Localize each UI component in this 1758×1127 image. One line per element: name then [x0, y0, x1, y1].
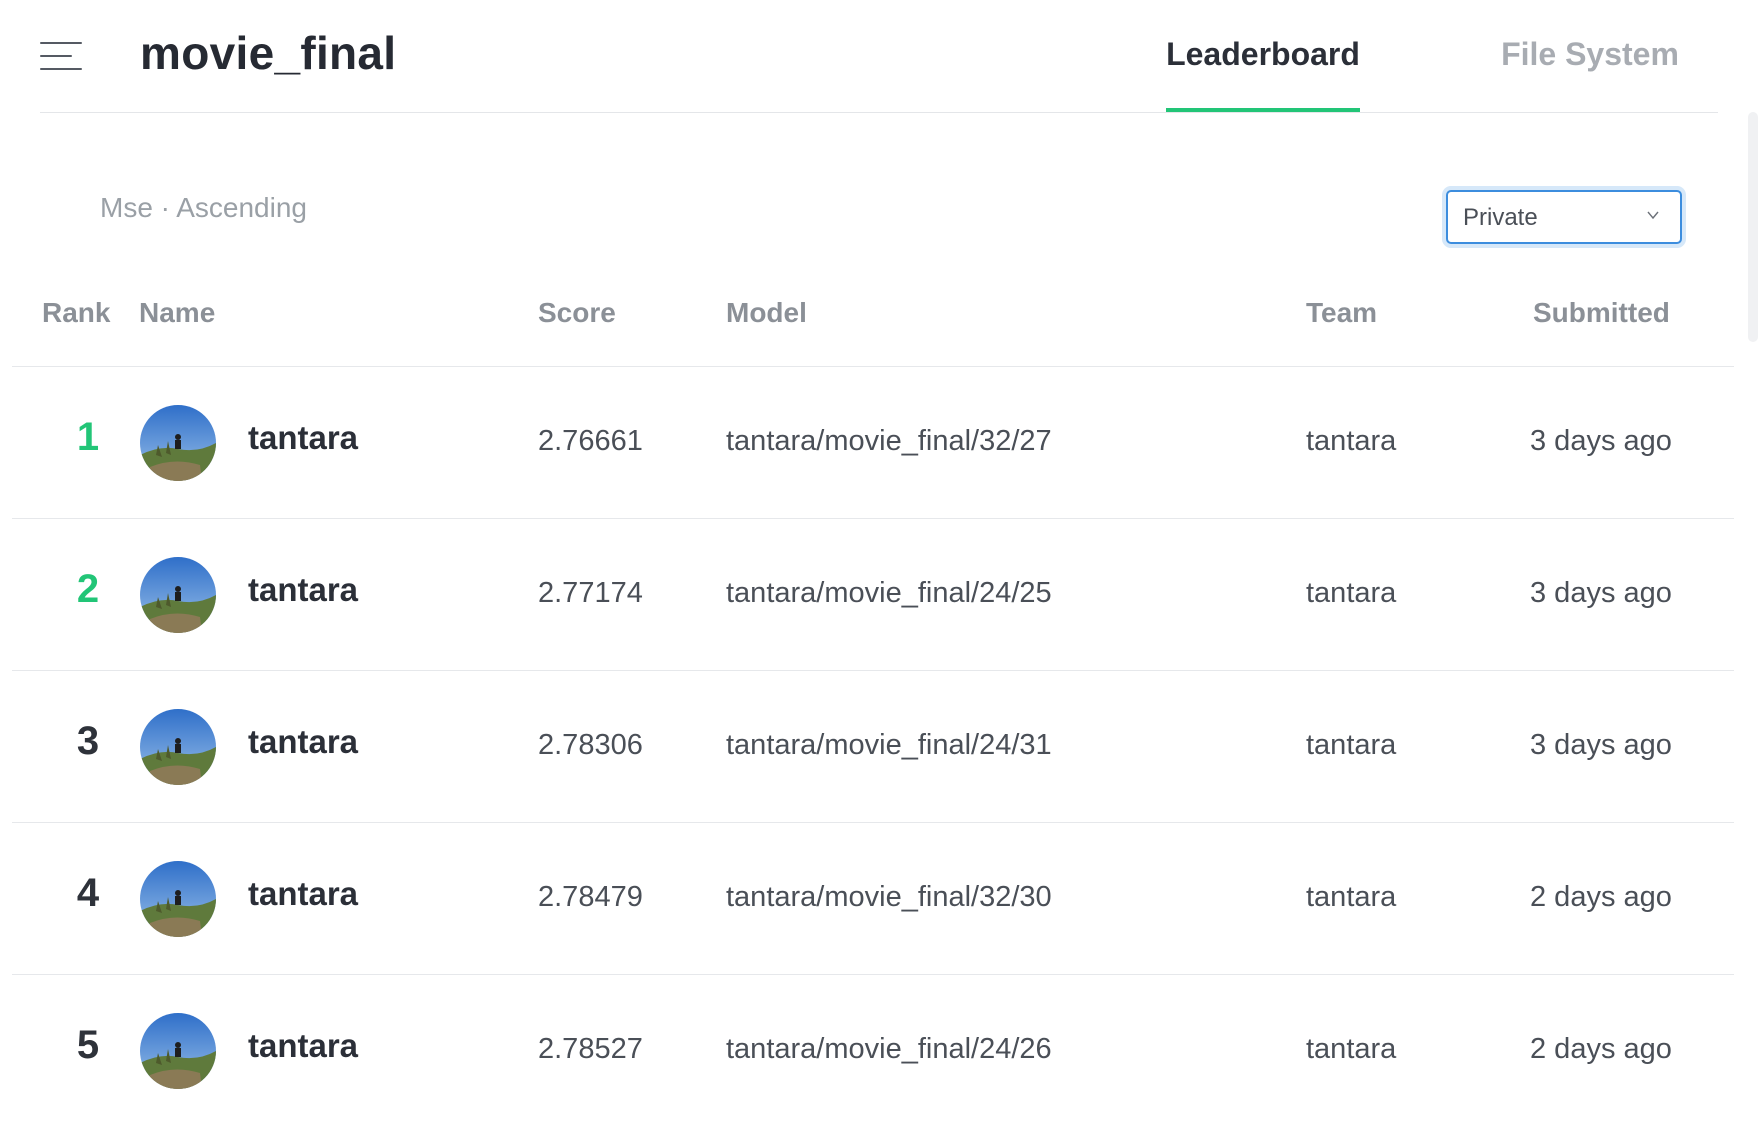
column-header-rank[interactable]: Rank [42, 297, 110, 329]
table-row[interactable]: 2 tantara 2.77174 tantara/movie_final/24… [12, 519, 1734, 671]
team-name: tantara [1306, 577, 1397, 609]
column-header-model[interactable]: Model [726, 297, 807, 329]
team-name: tantara [1306, 425, 1397, 457]
menu-line [40, 42, 82, 44]
header-divider [40, 112, 1718, 113]
avatar[interactable] [140, 405, 216, 481]
hamburger-menu-icon[interactable] [40, 42, 82, 70]
model-path[interactable]: tantara/movie_final/24/26 [726, 1033, 1052, 1066]
rank-value: 2 [76, 567, 100, 611]
avatar[interactable] [140, 557, 216, 633]
user-name[interactable]: tantara [248, 875, 358, 913]
rank-value: 4 [76, 871, 100, 915]
menu-line [40, 68, 82, 70]
column-header-name[interactable]: Name [139, 297, 215, 329]
submitted-time: 2 days ago [1530, 1033, 1672, 1065]
score-value: 2.76661 [538, 425, 643, 457]
tab-leaderboard[interactable]: Leaderboard [1166, 36, 1360, 73]
sort-label: Mse · Ascending [100, 192, 307, 223]
user-name[interactable]: tantara [248, 1027, 358, 1065]
submitted-time: 3 days ago [1530, 729, 1672, 761]
column-header-submitted[interactable]: Submitted [1533, 297, 1670, 329]
team-name: tantara [1306, 881, 1397, 913]
column-header-team[interactable]: Team [1306, 297, 1377, 329]
user-name[interactable]: tantara [248, 723, 358, 761]
table-row[interactable]: 3 tantara 2.78306 tantara/movie_final/24… [12, 671, 1734, 823]
model-path[interactable]: tantara/movie_final/32/27 [726, 425, 1052, 458]
scrollbar[interactable] [1748, 112, 1758, 342]
column-header-score[interactable]: Score [538, 297, 616, 329]
score-value: 2.78479 [538, 881, 643, 913]
visibility-select-value: Private [1463, 204, 1538, 231]
menu-line [40, 55, 72, 57]
user-name[interactable]: tantara [248, 419, 358, 457]
team-name: tantara [1306, 1033, 1397, 1065]
score-value: 2.78306 [538, 729, 643, 761]
model-path[interactable]: tantara/movie_final/24/25 [726, 577, 1052, 610]
submitted-time: 2 days ago [1530, 881, 1672, 913]
avatar[interactable] [140, 1013, 216, 1089]
app-header: movie_final Leaderboard File System [0, 0, 1758, 114]
team-name: tantara [1306, 729, 1397, 761]
page-title: movie_final [140, 27, 397, 79]
avatar[interactable] [140, 861, 216, 937]
submitted-time: 3 days ago [1530, 577, 1672, 609]
table-row[interactable]: 1 tantara 2.76661 tantara/movie_final/32… [12, 367, 1734, 519]
visibility-select[interactable]: Private [1446, 190, 1682, 244]
model-path[interactable]: tantara/movie_final/24/31 [726, 729, 1052, 762]
rank-value: 1 [76, 415, 100, 459]
score-value: 2.78527 [538, 1033, 643, 1065]
table-row[interactable]: 5 tantara 2.78527 tantara/movie_final/24… [12, 975, 1734, 1127]
model-path[interactable]: tantara/movie_final/32/30 [726, 881, 1052, 914]
rank-value: 3 [76, 719, 100, 763]
table-row[interactable]: 4 tantara 2.78479 tantara/movie_final/32… [12, 823, 1734, 975]
score-value: 2.77174 [538, 577, 643, 609]
user-name[interactable]: tantara [248, 571, 358, 609]
chevron-down-icon [1647, 211, 1659, 220]
tab-file-system[interactable]: File System [1490, 36, 1690, 73]
rank-value: 5 [76, 1023, 100, 1067]
avatar[interactable] [140, 709, 216, 785]
submitted-time: 3 days ago [1530, 425, 1672, 457]
